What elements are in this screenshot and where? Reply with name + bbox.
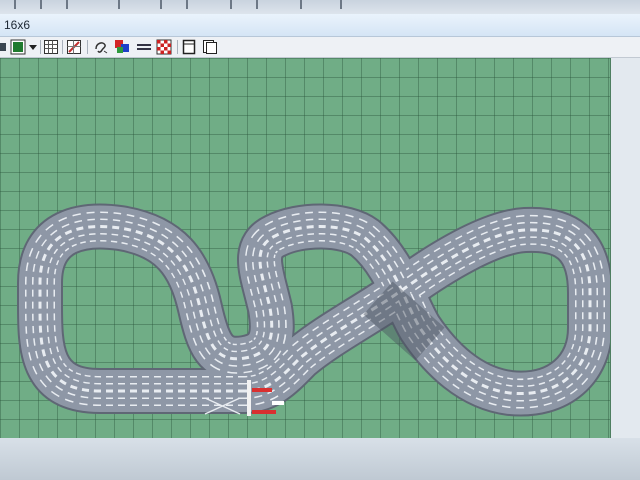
monitor-bezel [0,438,640,480]
line-style-icon[interactable] [0,39,8,55]
window-titlebar[interactable]: 16x6 [0,14,640,37]
toolbar-tick [118,0,120,9]
toolbar-separator [62,40,63,54]
toolbar-tick [66,0,68,9]
toolbar [0,37,640,58]
start-grid-marker [252,410,276,414]
sound-icon[interactable] [93,39,109,55]
start-grid-marker [252,388,272,392]
palette-icon[interactable] [114,39,130,55]
toolbar-tick [14,0,16,9]
toolbar-tick [256,0,258,9]
toolbar-tick [186,0,188,9]
toolbar-tick [40,0,42,9]
grid-toggle-icon[interactable] [43,39,59,55]
toolbar-separator [177,40,178,54]
dropdown-arrow-icon[interactable] [28,39,38,55]
toolbar-tick [340,0,342,9]
toolbar-separator [40,40,41,54]
lanes-icon[interactable] [136,39,152,55]
top-toolbar-strip [0,0,640,15]
slot-car-track[interactable] [0,58,610,438]
track-canvas[interactable] [0,58,611,438]
copy-page-icon[interactable] [202,39,218,55]
toolbar-tick [300,0,302,9]
toolbar-separator [87,40,88,54]
toolbar-tick [230,0,232,9]
eraser-icon[interactable] [66,39,82,55]
start-grid-marker [272,401,284,405]
canvas-margin [611,58,640,438]
checkered-flag-icon[interactable] [156,39,172,55]
window-title: 16x6 [4,18,31,32]
color-picker-icon[interactable] [10,39,26,55]
page-view-icon[interactable] [181,39,197,55]
start-finish-line [247,380,251,416]
toolbar-tick [160,0,162,9]
